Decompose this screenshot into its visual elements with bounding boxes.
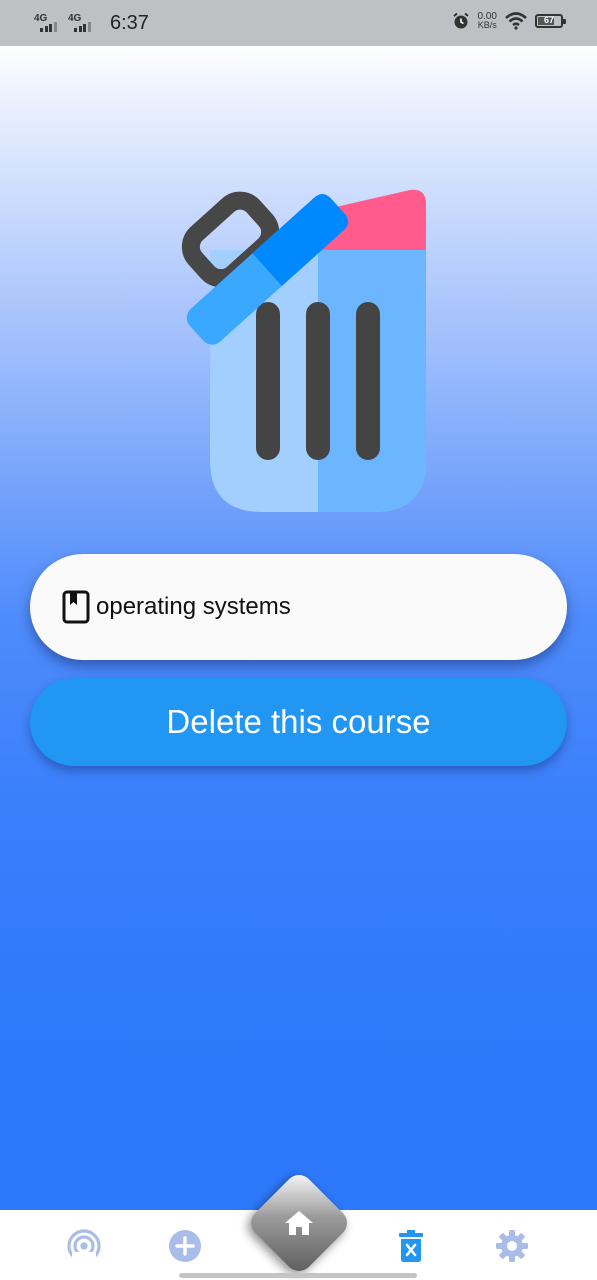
delete-course-button[interactable]: Delete this course (30, 678, 567, 766)
home-icon (285, 1211, 313, 1235)
nav-broadcast[interactable] (64, 1226, 104, 1266)
course-card[interactable]: operating systems (30, 554, 567, 660)
alarm-icon (452, 12, 469, 29)
nav-settings[interactable] (492, 1226, 532, 1266)
broadcast-icon (67, 1229, 101, 1264)
battery-icon: 67 (535, 14, 566, 28)
book-icon (62, 590, 90, 624)
status-time: 6:37 (110, 12, 149, 34)
wifi-icon (505, 12, 527, 30)
network-speed: 0.00 KB/s (477, 11, 497, 30)
nav-add[interactable] (165, 1226, 205, 1266)
home-button-icon-wrap[interactable] (279, 1203, 319, 1243)
status-bar: 4G 4G 6:37 0.00 KB/s 67 (0, 0, 597, 46)
signal-icon: 4G (34, 13, 62, 35)
trash-can-icon (181, 189, 426, 512)
course-name: operating systems (96, 593, 291, 620)
gesture-bar[interactable] (179, 1273, 417, 1278)
delete-icon (399, 1230, 423, 1262)
nav-delete[interactable] (391, 1226, 431, 1266)
add-circle-icon (169, 1230, 201, 1262)
signal-icon: 4G (68, 13, 96, 35)
settings-icon (496, 1230, 528, 1262)
